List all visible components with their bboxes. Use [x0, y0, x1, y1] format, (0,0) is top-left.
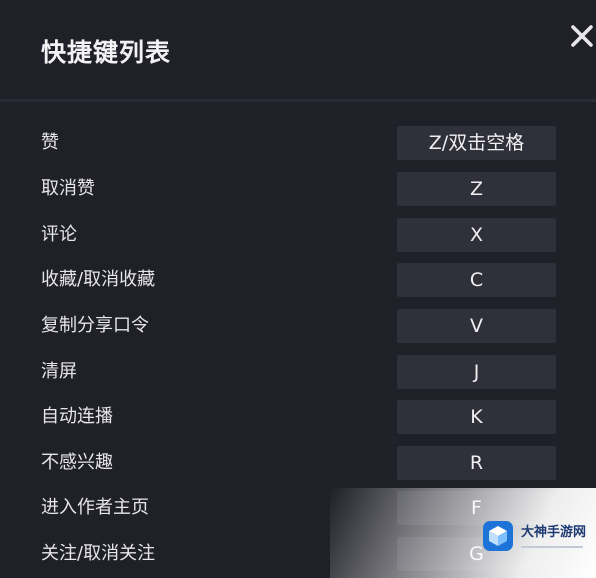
shortcut-action-label: 进入作者主页	[41, 497, 149, 518]
shortcut-key-badge: R	[397, 446, 556, 480]
shortcut-action-label: 清屏	[41, 361, 77, 382]
shortcut-key-badge: C	[397, 263, 556, 297]
cube-logo-icon	[483, 521, 513, 551]
shortcut-row: 取消赞 Z	[0, 172, 596, 206]
shortcut-key-badge: J	[397, 355, 556, 389]
watermark-brand: 大神手游网	[521, 525, 587, 540]
shortcut-key-badge: F	[397, 491, 556, 525]
shortcut-row: 复制分享口令 V	[0, 309, 596, 343]
shortcut-row: 自动连播 K	[0, 400, 596, 434]
shortcut-action-label: 关注/取消关注	[41, 543, 156, 564]
shortcut-action-label: 取消赞	[41, 178, 95, 199]
shortcut-key-badge: V	[397, 309, 556, 343]
shortcut-row: 赞 Z/双击空格	[0, 126, 596, 160]
shortcut-key-badge: Z/双击空格	[397, 126, 556, 160]
shortcut-key-badge: G	[397, 537, 556, 571]
shortcut-action-label: 赞	[41, 132, 59, 153]
shortcut-key-badge: K	[397, 400, 556, 434]
shortcut-action-label: 自动连播	[41, 406, 113, 427]
shortcut-row: 清屏 J	[0, 355, 596, 389]
shortcut-row: 不感兴趣 R	[0, 446, 596, 480]
shortcut-key-badge: Z	[397, 172, 556, 206]
shortcut-list-dialog: 快捷键列表 赞 Z/双击空格 取消赞 Z 评论 X 收藏/取消收藏 C 复制分享…	[0, 0, 596, 578]
shortcut-row: 评论 X	[0, 218, 596, 252]
shortcut-list: 赞 Z/双击空格 取消赞 Z 评论 X 收藏/取消收藏 C 复制分享口令 V 清…	[0, 0, 596, 578]
watermark-sub-mark	[521, 546, 583, 548]
shortcut-action-label: 评论	[41, 224, 77, 245]
shortcut-key-badge: X	[397, 218, 556, 252]
shortcut-row: 收藏/取消收藏 C	[0, 263, 596, 297]
watermark-underline	[521, 544, 583, 553]
shortcut-action-label: 复制分享口令	[41, 315, 149, 336]
shortcut-action-label: 不感兴趣	[41, 452, 113, 473]
shortcut-action-label: 收藏/取消收藏	[41, 269, 156, 290]
